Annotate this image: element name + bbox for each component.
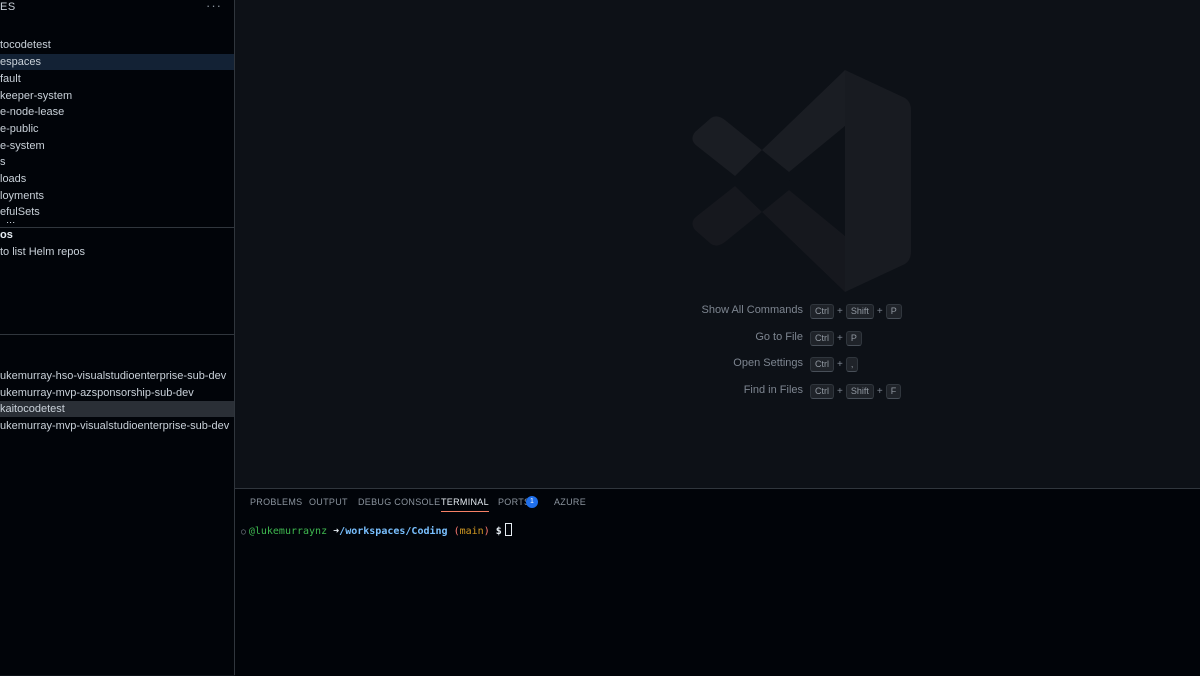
shortcut-go-to-file[interactable]: Go to File bbox=[235, 331, 803, 347]
tree-item-label: e-public bbox=[0, 123, 39, 135]
cluster-item[interactable]: ukemurray-hso-visualstudioenterprise-sub… bbox=[0, 368, 234, 384]
keycap: F bbox=[885, 384, 902, 399]
shortcut-keys: Ctrl + Shift + F bbox=[810, 384, 902, 399]
tree-item-label: keeper-system bbox=[0, 90, 73, 102]
keycap: Shift bbox=[845, 304, 874, 319]
keycap: Ctrl bbox=[810, 304, 834, 319]
tree-item-label: e-node-lease bbox=[0, 106, 65, 118]
sidebar: ES ··· tocodetest espaces fault keeper-s… bbox=[0, 0, 235, 675]
tree-item-label: loads bbox=[0, 173, 27, 185]
editor-area: Show All Commands Ctrl + Shift + P Go to Fil… bbox=[235, 0, 1200, 488]
helm-repos-section-title[interactable]: os bbox=[0, 229, 13, 241]
tree-item-label: loyments bbox=[0, 190, 45, 202]
cluster-item-label: kaitocodetest bbox=[0, 403, 65, 415]
tree-item-deployments[interactable]: loyments bbox=[0, 188, 234, 204]
keycap: Ctrl bbox=[810, 331, 834, 346]
bottom-panel: PROBLEMS OUTPUT DEBUG CONSOLE TERMINAL P… bbox=[235, 488, 1200, 676]
cluster-item-selected[interactable]: kaitocodetest bbox=[0, 401, 234, 417]
tree-item-nodes[interactable]: s bbox=[0, 154, 234, 170]
tree-item-label: s bbox=[0, 156, 6, 168]
section-divider bbox=[0, 334, 234, 335]
git-branch: main bbox=[459, 526, 484, 537]
sidebar-header: ES ··· bbox=[0, 0, 234, 16]
tree-item-gatekeeper-system[interactable]: keeper-system bbox=[0, 88, 234, 104]
more-actions-icon[interactable]: ··· bbox=[206, 0, 222, 13]
tree-item-label: fault bbox=[0, 73, 21, 85]
keycap: Ctrl bbox=[810, 384, 834, 399]
keycap: Shift bbox=[845, 384, 874, 399]
tree-item-label: tocodetest bbox=[0, 39, 51, 51]
tab-problems[interactable]: PROBLEMS bbox=[250, 497, 302, 507]
tree-item-label: e-system bbox=[0, 140, 45, 152]
tab-terminal[interactable]: TERMINAL bbox=[441, 497, 489, 512]
cluster-item[interactable]: ukemurray-mvp-azsponsorship-sub-dev bbox=[0, 385, 234, 401]
tree-item-statefulsets[interactable]: efulSets bbox=[0, 204, 234, 220]
terminal-cursor bbox=[504, 523, 512, 536]
tab-azure[interactable]: AZURE bbox=[554, 497, 586, 507]
terminal-prompt-line[interactable]: ○ @lukemurraynz ➜/workspaces/Coding (main… bbox=[241, 523, 512, 537]
terminal-user: @lukemurraynz bbox=[248, 526, 328, 537]
tab-output[interactable]: OUTPUT bbox=[309, 497, 348, 507]
tree-item-partial: ... bbox=[0, 222, 234, 226]
shortcut-label: Open Settings bbox=[733, 357, 803, 369]
tab-debug-console[interactable]: DEBUG CONSOLE bbox=[358, 497, 440, 507]
tree-item-kube-node-lease[interactable]: e-node-lease bbox=[0, 104, 234, 120]
cluster-item-label: ukemurray-mvp-visualstudioenterprise-sub… bbox=[0, 420, 230, 432]
cluster-item-label: ukemurray-mvp-azsponsorship-sub-dev bbox=[0, 387, 194, 399]
cluster-item-label: ukemurray-hso-visualstudioenterprise-sub… bbox=[0, 370, 227, 382]
shortcut-hints: Show All Commands Ctrl + Shift + P Go to Fil… bbox=[235, 0, 1200, 488]
keycap: P bbox=[885, 304, 902, 319]
tree-item-kube-public[interactable]: e-public bbox=[0, 121, 234, 137]
keycap: P bbox=[845, 331, 862, 346]
ports-count-badge: 1 bbox=[526, 496, 538, 508]
shortcut-label: Find in Files bbox=[743, 384, 803, 396]
helm-repos-message: to list Helm repos bbox=[0, 244, 234, 260]
command-status-icon: ○ bbox=[241, 527, 246, 536]
shortcut-label: Go to File bbox=[755, 331, 803, 343]
prompt-symbol: $ bbox=[495, 526, 502, 537]
shortcut-keys: Ctrl +, bbox=[810, 357, 859, 372]
tree-item-workloads[interactable]: loads bbox=[0, 171, 234, 187]
shortcut-find-in-files[interactable]: Find in Files bbox=[235, 384, 803, 400]
shortcut-open-settings[interactable]: Open Settings bbox=[235, 357, 803, 373]
keycap: Ctrl bbox=[810, 357, 834, 372]
helm-repos-message-text: to list Helm repos bbox=[0, 246, 85, 258]
tree-item-kube-system[interactable]: e-system bbox=[0, 138, 234, 154]
tree-item-label: espaces bbox=[0, 56, 41, 68]
tree-item-label: efulSets bbox=[0, 206, 40, 218]
tree-item-cluster[interactable]: tocodetest bbox=[0, 37, 234, 53]
shortcut-show-all-commands[interactable]: Show All Commands bbox=[235, 304, 804, 320]
section-divider bbox=[0, 227, 234, 228]
shortcut-label: Show All Commands bbox=[701, 304, 804, 316]
keycap: , bbox=[845, 357, 859, 372]
tree-item-namespaces[interactable]: espaces bbox=[0, 54, 234, 70]
shortcut-keys: Ctrl + P bbox=[810, 331, 862, 346]
cluster-item[interactable]: ukemurray-mvp-visualstudioenterprise-sub… bbox=[0, 418, 234, 434]
sidebar-title: ES bbox=[0, 1, 16, 13]
tree-item-default[interactable]: fault bbox=[0, 71, 234, 87]
shortcut-keys: Ctrl + Shift + P bbox=[810, 304, 902, 319]
branch-close-paren: ) bbox=[483, 526, 490, 537]
terminal-path: /workspaces/Coding bbox=[339, 526, 448, 537]
